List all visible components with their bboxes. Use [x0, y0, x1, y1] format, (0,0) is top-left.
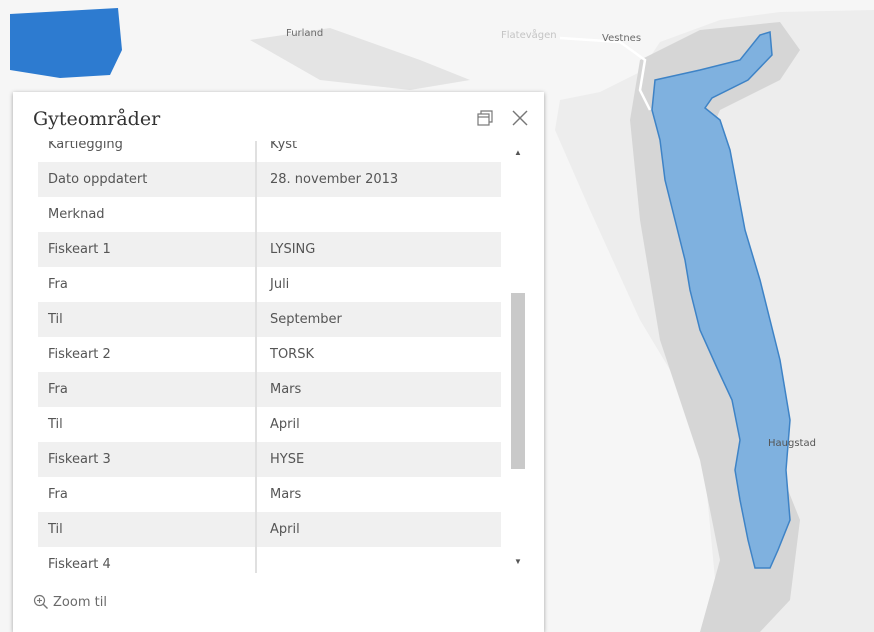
attribute-value: Juli [270, 277, 290, 292]
attribute-value: TORSK [270, 347, 314, 362]
attribute-value: LYSING [270, 242, 316, 257]
table-row: Fra Mars [38, 372, 501, 407]
zoom-to-label: Zoom til [53, 594, 107, 610]
table-row: Fiskeart 3 HYSE [38, 442, 501, 477]
attribute-table-viewport: Kartlegging Kyst Dato oppdatert 28. novembe… [38, 141, 501, 573]
attribute-key: Fiskeart 2 [38, 337, 257, 372]
table-row: Merknad [38, 197, 501, 232]
attribute-value: Kyst [270, 141, 298, 152]
scrollbar-thumb[interactable] [511, 293, 525, 469]
attribute-key: Fra [38, 267, 257, 302]
attribute-key: Merknad [38, 197, 257, 232]
popup-title: Gyteområder [33, 108, 161, 130]
attribute-key: Til [38, 407, 257, 442]
table-row: Fiskeart 1 LYSING [38, 232, 501, 267]
table-row: Fiskeart 4 [38, 547, 501, 573]
scroll-down-arrow-icon[interactable]: ▼ [510, 554, 526, 570]
table-row: Fra Mars [38, 477, 501, 512]
info-popup: Gyteområder Kartlegging Kyst Dato oppdater… [13, 92, 544, 632]
attribute-value [257, 197, 501, 232]
attribute-key: Fra [38, 372, 257, 407]
attribute-key: Fiskeart 4 [38, 547, 257, 573]
table-row: Kartlegging Kyst [38, 141, 501, 162]
table-row: Til April [38, 512, 501, 547]
close-icon[interactable] [510, 108, 530, 128]
map-label-haugstad: Haugstad [768, 438, 816, 449]
attribute-key: Dato oppdatert [38, 162, 257, 197]
attribute-value: Mars [270, 382, 302, 397]
scrollbar[interactable]: ▲ ▼ [510, 141, 526, 573]
map-label-furland: Furland [286, 28, 324, 39]
map-label-flatevagen: Flatevågen [501, 30, 557, 41]
attribute-key: Fra [38, 477, 257, 512]
table-row: Til September [38, 302, 501, 337]
attribute-key: Fiskeart 1 [38, 232, 257, 267]
table-row: Til April [38, 407, 501, 442]
water-region [10, 8, 122, 78]
attribute-value: Mars [270, 487, 302, 502]
attribute-key: Til [38, 512, 257, 547]
zoom-to-link[interactable]: Zoom til [33, 594, 107, 610]
attribute-key: Fiskeart 3 [38, 442, 257, 477]
table-row: Dato oppdatert 28. november 2013 [38, 162, 501, 197]
dock-window-icon[interactable] [475, 108, 495, 128]
attribute-table: Kartlegging Kyst Dato oppdatert 28. novembe… [38, 141, 501, 573]
zoom-in-icon [33, 594, 48, 609]
table-row: Fiskeart 2 TORSK [38, 337, 501, 372]
attribute-value: April [270, 417, 300, 432]
attribute-key: Til [38, 302, 257, 337]
attribute-value: September [270, 312, 342, 327]
scroll-up-arrow-icon[interactable]: ▲ [510, 145, 526, 161]
attribute-value: HYSE [270, 452, 305, 467]
attribute-value: April [270, 522, 300, 537]
attribute-key: Kartlegging [38, 141, 257, 162]
table-row: Fra Juli [38, 267, 501, 302]
attribute-value: 28. november 2013 [270, 172, 399, 187]
map-label-vestnes: Vestnes [602, 33, 642, 44]
attribute-value [257, 547, 501, 573]
